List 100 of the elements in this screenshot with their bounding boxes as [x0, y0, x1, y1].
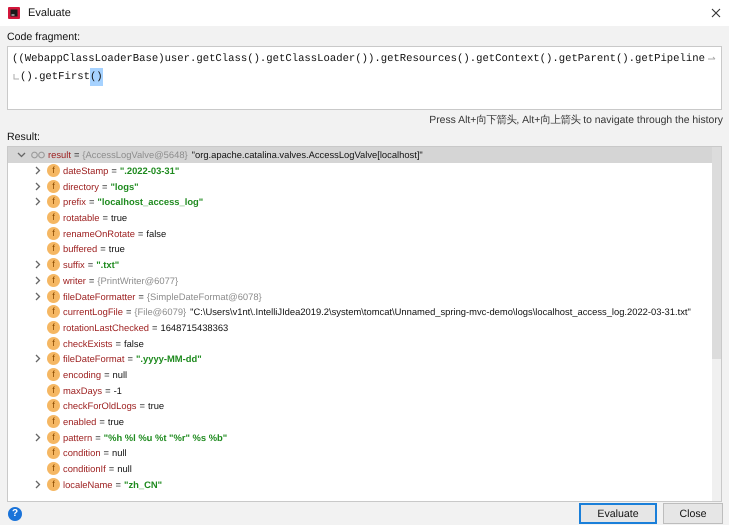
object-reference: {PrintWriter@6077}: [97, 274, 178, 286]
close-icon[interactable]: [711, 8, 721, 18]
variable-value: "%h %l %u %t "%r" %s %b": [104, 432, 228, 443]
dialog-button[interactable]: Close: [663, 503, 723, 524]
variable-value: 1648715438363: [160, 322, 228, 333]
variable-name: renameOnRotate: [63, 228, 135, 239]
equals-sign: =: [139, 400, 145, 412]
field-icon: f: [47, 242, 60, 256]
field-icon: f: [47, 320, 60, 334]
field-icon: f: [47, 352, 60, 366]
variable-value: null: [112, 368, 128, 380]
equals-sign: =: [102, 180, 108, 192]
variable-name: rotatable: [63, 212, 100, 224]
variable-value: -1: [114, 384, 122, 396]
variable-value: true: [110, 212, 128, 224]
variable-value: null: [112, 447, 127, 458]
field-icon: f: [47, 290, 60, 303]
variable-name: pattern: [63, 432, 92, 443]
variable-name: dateStamp: [63, 165, 108, 176]
variable-name: buffered: [63, 243, 98, 254]
chevron-right-icon[interactable]: [33, 276, 42, 285]
field-icon: f: [47, 305, 60, 318]
equals-sign: =: [95, 432, 101, 443]
equals-sign: =: [152, 322, 158, 333]
chevron-right-icon[interactable]: [33, 354, 42, 364]
equals-sign: =: [116, 478, 121, 490]
variable-name: checkForOldLogs: [63, 400, 136, 412]
variable-name: result: [48, 149, 71, 160]
chevron-right-icon[interactable]: [33, 182, 42, 191]
equals-sign: =: [99, 416, 105, 428]
variable-value: "org.apache.catalina.valves.AccessLogValve[localhost]": [192, 149, 423, 160]
equals-sign: =: [104, 447, 110, 458]
code-editor[interactable]: ((WebappClassLoaderBase)user.getClass().getClassLoader()).getResources().getContext().getParent().getPipeline ().getFirst(): [7, 46, 722, 110]
object-reference: {AccessLogValve@5648}: [82, 149, 188, 160]
variable-value: ".yyyy-MM-dd": [136, 353, 202, 364]
code-text: ().getFirst: [20, 70, 90, 85]
watch-icon: [31, 150, 45, 159]
help-icon[interactable]: ?: [8, 506, 22, 520]
field-icon: f: [47, 384, 60, 397]
chevron-down-icon[interactable]: [17, 150, 26, 160]
equals-sign: =: [116, 338, 121, 349]
equals-sign: =: [138, 290, 144, 302]
field-icon: f: [47, 258, 60, 272]
field-icon: f: [47, 368, 60, 381]
variable-name: enabled: [63, 416, 96, 428]
field-icon: f: [47, 336, 60, 350]
variable-name: condition: [63, 447, 101, 458]
variable-name: conditionIf: [63, 463, 106, 474]
equals-sign: =: [138, 228, 144, 239]
chevron-right-icon[interactable]: [33, 260, 42, 270]
scrollbar[interactable]: [712, 147, 721, 501]
chevron-right-icon[interactable]: [33, 480, 42, 489]
variable-value: false: [146, 228, 166, 239]
variable-name: fileDateFormat: [63, 353, 124, 364]
variable-name: fileDateFormatter: [63, 290, 136, 302]
chevron-right-icon[interactable]: [33, 166, 42, 176]
object-reference: {SimpleDateFormat@6078}: [146, 290, 262, 302]
window-title: Evaluate: [28, 7, 72, 19]
variable-name: writer: [63, 274, 86, 286]
field-label: Code fragment:: [7, 31, 82, 43]
variable-name: rotationLastChecked: [63, 322, 149, 333]
field-icon: f: [47, 226, 60, 240]
chevron-right-icon[interactable]: [33, 432, 42, 442]
equals-sign: =: [105, 384, 111, 396]
code-text: ((WebappClassLoaderBase)user.getClass().getClassLoader()).getResources().getContext().getParent().getPipeline: [12, 52, 705, 67]
variable-value: null: [117, 463, 132, 474]
equals-sign: =: [126, 306, 132, 318]
field-icon: f: [47, 195, 60, 208]
app-logo-icon: [8, 7, 20, 19]
selected-row-highlight[interactable]: result = {AccessLogValve@5648} "org.apache.catalina.valves.AccessLogValve[localhost]": [8, 147, 712, 163]
equals-sign: =: [74, 149, 80, 160]
variable-value: "zh_CN": [124, 478, 162, 490]
variable-name: suffix: [63, 259, 85, 270]
variable-value: true: [148, 400, 164, 412]
variable-name: checkExists: [63, 338, 112, 349]
field-icon: f: [47, 430, 60, 444]
history-hint: Press Alt+向下箭头, Alt+向上箭头 to navigate through the history: [429, 113, 723, 127]
object-reference: {File@6079}: [134, 306, 186, 318]
field-icon: f: [47, 462, 60, 476]
equals-sign: =: [100, 243, 106, 254]
equals-sign: =: [104, 368, 110, 380]
chevron-right-icon[interactable]: [33, 292, 42, 301]
variable-value: "localhost_access_log": [97, 196, 204, 208]
field-icon: f: [47, 478, 60, 491]
equals-sign: =: [108, 463, 114, 474]
variable-value: ".txt": [96, 259, 120, 270]
field-icon: f: [47, 211, 60, 224]
variable-name: currentLogFile: [63, 306, 123, 318]
selected-code: (): [90, 68, 103, 86]
soft-wrap-icon: [12, 73, 20, 81]
variable-name: directory: [63, 180, 99, 192]
field-icon: f: [47, 446, 60, 460]
field-icon: f: [47, 399, 60, 412]
variable-name: encoding: [63, 368, 102, 380]
variable-value: true: [108, 243, 125, 254]
variable-value: "logs": [110, 180, 139, 192]
dialog-button[interactable]: Evaluate: [579, 503, 657, 524]
field-icon: f: [47, 274, 60, 287]
equals-sign: =: [111, 165, 117, 176]
chevron-right-icon[interactable]: [33, 197, 42, 206]
